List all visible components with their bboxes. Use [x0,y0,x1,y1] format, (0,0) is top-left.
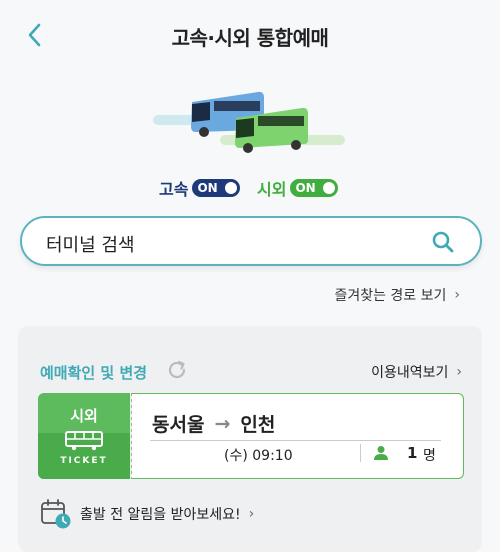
departure-alarm-link[interactable]: 출발 전 알림을 받아보세요! › [40,498,254,530]
terminal-search-input[interactable]: 터미널 검색 [20,216,482,266]
express-toggle[interactable]: 고속 ON [159,176,241,200]
ticket-type-label: 시외 [70,407,98,425]
destination-terminal: 인천 [240,414,276,436]
intercity-switch[interactable]: ON [290,179,339,197]
favorite-routes-link[interactable]: 즐겨찾는 경로 보기 › [334,285,460,305]
passenger-count: 1 [407,444,418,462]
origin-terminal: 동서울 [152,414,205,436]
alarm-text: 출발 전 알림을 받아보세요! [80,507,241,523]
passenger-unit: 명 [423,448,436,464]
divider [360,444,361,462]
intercity-toggle[interactable]: 시외 ON [257,176,339,200]
ticket-text: TICKET [60,456,108,466]
usage-history-link[interactable]: 이용내역보기 › [371,362,462,382]
ticket-body: 동서울 → 인천 (수) 09:10 1 명 [132,393,464,479]
chevron-right-icon: › [454,287,460,303]
switch-knob [225,182,238,194]
search-icon[interactable] [432,231,454,253]
reservation-title[interactable]: 예매확인 및 변경 [40,362,147,383]
express-switch-state: ON [197,181,218,195]
intercity-label: 시외 [257,180,287,199]
header: 고속·시외 통합예매 [0,0,500,72]
departure-datetime: (수) 09:10 [224,448,293,464]
route: 동서울 → 인천 [152,410,275,437]
usage-history-label: 이용내역보기 [371,365,449,381]
express-switch[interactable]: ON [192,179,241,197]
chevron-right-icon: › [248,506,255,522]
bus-type-toggles: 고속 ON 시외 ON [0,176,500,200]
reservation-ticket[interactable]: 시외 TICKET 동서울 → 인천 (수) 09:10 1 명 [38,393,464,479]
chevron-right-icon: › [456,364,462,380]
page-title: 고속·시외 통합예매 [171,26,329,50]
intercity-switch-state: ON [295,181,316,195]
refresh-icon[interactable] [166,359,188,381]
bus-illustration [153,91,345,153]
search-placeholder: 터미널 검색 [46,235,135,256]
ticket-stub: 시외 TICKET [38,393,130,479]
express-label: 고속 [159,180,189,199]
calendar-clock-icon [41,499,71,529]
switch-knob [323,182,336,194]
route-arrow-icon: → [214,412,231,435]
divider [150,440,441,441]
favorite-routes-label: 즐겨찾는 경로 보기 [334,288,447,304]
person-icon [374,446,388,460]
bus-icon [65,431,103,451]
